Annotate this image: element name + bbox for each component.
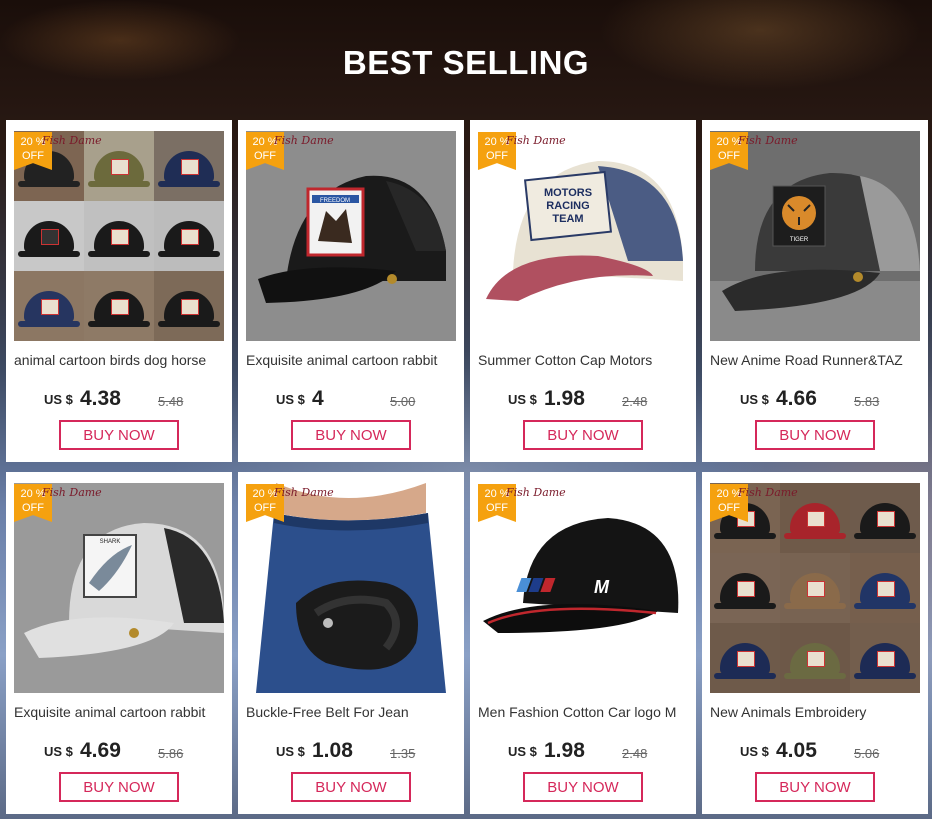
currency-label: US $ — [740, 392, 769, 407]
svg-text:TEAM: TEAM — [552, 213, 583, 225]
buy-now-button[interactable]: BUY NOW — [291, 420, 411, 450]
price-row: US $ 4.38 5.48 — [6, 387, 232, 413]
product-name[interactable]: Men Fashion Cotton Car logo M — [478, 704, 690, 720]
product-card[interactable]: SHARK 20 % OFF Fish Dame Exquisite animal… — [6, 472, 232, 814]
buy-now-button[interactable]: BUY NOW — [523, 772, 643, 802]
currency-label: US $ — [44, 392, 73, 407]
price: 1.98 — [544, 739, 585, 762]
product-name[interactable]: Exquisite animal cartoon rabbit — [14, 704, 226, 720]
svg-text:RACING: RACING — [546, 200, 589, 212]
old-price: 2.48 — [622, 746, 648, 761]
old-price: 5.83 — [854, 394, 880, 409]
price: 4 — [312, 387, 324, 410]
price: 4.05 — [776, 739, 817, 762]
price-row: US $ 1.98 2.48 — [470, 739, 696, 765]
old-price: 5.00 — [390, 394, 416, 409]
brand-script: Fish Dame — [506, 134, 566, 147]
price-row: US $ 4 5.00 — [238, 387, 464, 413]
old-price: 1.35 — [390, 746, 416, 761]
svg-text:M: M — [594, 577, 610, 597]
svg-text:MOTORS: MOTORS — [544, 187, 592, 199]
brand-script: Fish Dame — [274, 486, 334, 499]
price: 4.69 — [80, 739, 121, 762]
buy-now-button[interactable]: BUY NOW — [59, 772, 179, 802]
buy-now-button[interactable]: BUY NOW — [755, 420, 875, 450]
price-row: US $ 1.98 2.48 — [470, 387, 696, 413]
price-row: US $ 1.08 1.35 — [238, 739, 464, 765]
buy-now-button[interactable]: BUY NOW — [291, 772, 411, 802]
svg-text:SHARK: SHARK — [100, 539, 121, 545]
product-name[interactable]: Buckle-Free Belt For Jean — [246, 704, 458, 720]
product-name[interactable]: New Anime Road Runner&TAZ — [710, 352, 922, 368]
price: 1.08 — [312, 739, 353, 762]
currency-label: US $ — [508, 392, 537, 407]
brand-script: Fish Dame — [506, 486, 566, 499]
price: 1.98 — [544, 387, 585, 410]
svg-text:FREEDOM: FREEDOM — [320, 198, 350, 204]
currency-label: US $ — [508, 744, 537, 759]
product-name[interactable]: Exquisite animal cartoon rabbit — [246, 352, 458, 368]
svg-text:TIGER: TIGER — [790, 237, 809, 243]
product-name[interactable]: New Animals Embroidery — [710, 704, 922, 720]
buy-now-button[interactable]: BUY NOW — [755, 772, 875, 802]
product-card[interactable]: FREEDOM 20 % OFF Fish Dame Exquisite anim… — [238, 120, 464, 462]
brand-script: Fish Dame — [738, 486, 798, 499]
product-card[interactable]: MOTORS RACING TEAM 20 % OFF Fish Dame Sum… — [470, 120, 696, 462]
buy-now-button[interactable]: BUY NOW — [523, 420, 643, 450]
product-card[interactable]: 20 % OFF Fish Dame Buckle-Free Belt For J… — [238, 472, 464, 814]
buy-now-button[interactable]: BUY NOW — [59, 420, 179, 450]
product-grid: 20 % OFF Fish Dame animal cartoon birds d… — [6, 120, 928, 814]
old-price: 5.48 — [158, 394, 184, 409]
brand-script: Fish Dame — [274, 134, 334, 147]
currency-label: US $ — [44, 744, 73, 759]
product-card[interactable]: 20 % OFF Fish Dame animal cartoon birds d… — [6, 120, 232, 462]
currency-label: US $ — [276, 392, 305, 407]
product-card[interactable]: 20 % OFF Fish Dame New Animals Embroidery… — [702, 472, 928, 814]
section-heading: BEST SELLING — [342, 44, 590, 81]
price: 4.66 — [776, 387, 817, 410]
currency-label: US $ — [276, 744, 305, 759]
price-row: US $ 4.66 5.83 — [702, 387, 928, 413]
brand-script: Fish Dame — [738, 134, 798, 147]
currency-label: US $ — [740, 744, 769, 759]
product-card[interactable]: M 20 % OFF Fish Dame Men Fashion Cotton C… — [470, 472, 696, 814]
price-row: US $ 4.05 5.06 — [702, 739, 928, 765]
product-name[interactable]: animal cartoon birds dog horse — [14, 352, 226, 368]
old-price: 2.48 — [622, 394, 648, 409]
brand-script: Fish Dame — [42, 486, 102, 499]
brand-script: Fish Dame — [42, 134, 102, 147]
product-card[interactable]: TIGER 20 % OFF Fish Dame New Anime Road R… — [702, 120, 928, 462]
old-price: 5.06 — [854, 746, 880, 761]
old-price: 5.86 — [158, 746, 184, 761]
product-name[interactable]: Summer Cotton Cap Motors — [478, 352, 690, 368]
price: 4.38 — [80, 387, 121, 410]
price-row: US $ 4.69 5.86 — [6, 739, 232, 765]
